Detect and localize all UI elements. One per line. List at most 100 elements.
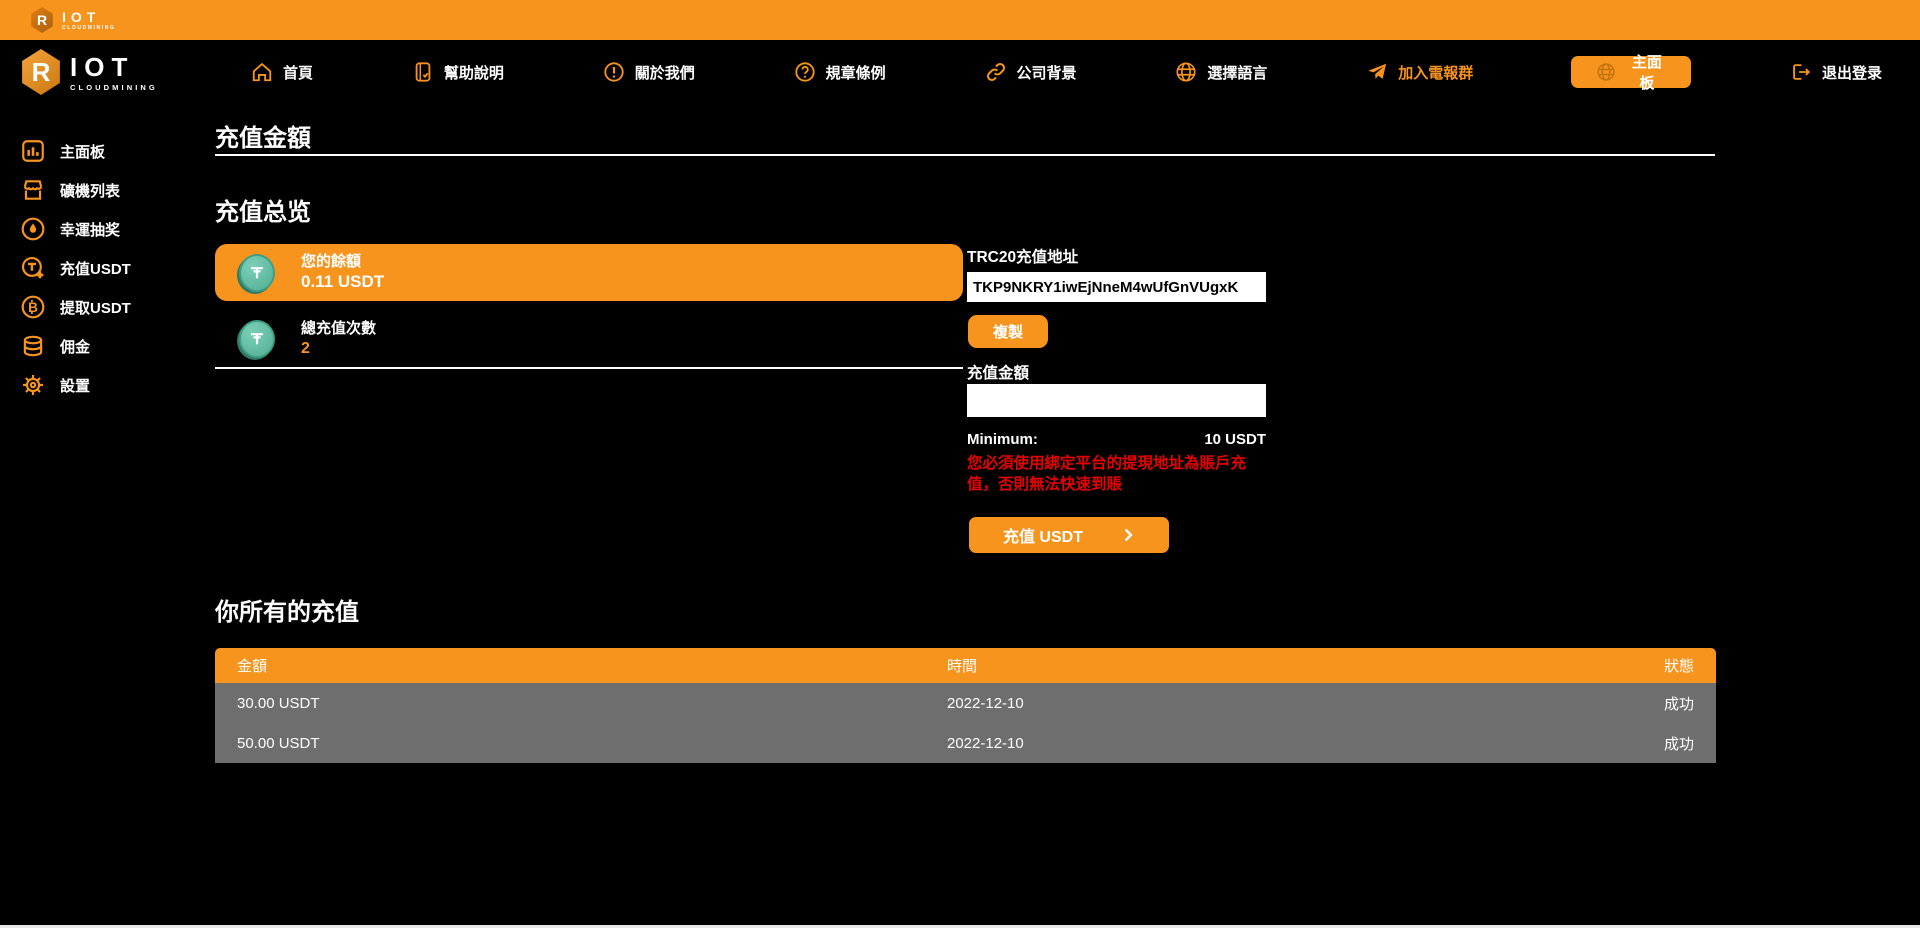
nav-item-rules[interactable]: 規章條例 — [793, 60, 886, 84]
sidebar-item-label: 充值USDT — [60, 258, 131, 279]
tether-coin-icon — [239, 254, 275, 292]
brand-letters: IOT — [62, 9, 115, 25]
cell-amount: 50.00 USDT — [237, 735, 947, 752]
nav-item-telegram[interactable]: 加入電報群 — [1365, 60, 1473, 84]
minimum-value: 10 USDT — [1204, 431, 1266, 448]
deposit-warning: 您必須使用綁定平台的提現地址為賬戶充值，否則無法快速到賬 — [967, 454, 1268, 495]
sidebar-item-label: 主面板 — [60, 141, 105, 162]
brand-letters: IOT — [70, 52, 158, 83]
miner-store-icon — [20, 177, 46, 203]
dashboard-button-label: 主面板 — [1627, 51, 1667, 93]
sidebar-item-label: 礦機列表 — [60, 180, 120, 201]
main-navbar: R IOT CLOUDMINING 首頁 幫助說明 — [0, 40, 1920, 104]
help-manual-icon — [411, 60, 435, 84]
brand-tagline: CLOUDMINING — [70, 83, 158, 92]
nav-item-label: 規章條例 — [826, 62, 886, 83]
logout-icon — [1789, 60, 1813, 84]
overview-title: 充值总览 — [215, 192, 311, 227]
deposit-submit-button[interactable]: 充值 USDT — [969, 517, 1169, 553]
deposit-usdt-icon — [20, 255, 46, 281]
dashboard-button[interactable]: 主面板 — [1571, 56, 1691, 88]
sidebar-item-label: 幸運抽奖 — [60, 219, 120, 240]
nav-item-about[interactable]: 關於我們 — [602, 60, 695, 84]
sidebar-item-deposit[interactable]: 充值USDT — [0, 255, 214, 281]
balance-value: 0.11 USDT — [301, 271, 384, 293]
deposit-form: TRC20充值地址 複製 充值金額 Minimum: 10 USDT 您必須使用… — [967, 245, 1268, 557]
nav-item-home[interactable]: 首頁 — [250, 60, 313, 84]
cell-status: 成功 — [1574, 733, 1694, 754]
question-circle-icon — [793, 60, 817, 84]
cell-time: 2022-12-10 — [947, 735, 1574, 752]
history-title: 你所有的充值 — [215, 592, 359, 627]
home-icon — [250, 60, 274, 84]
cell-time: 2022-12-10 — [947, 695, 1574, 712]
nav-item-label: 選擇語言 — [1207, 62, 1267, 83]
column-header-status: 狀態 — [1574, 655, 1694, 676]
table-row: 30.00 USDT 2022-12-10 成功 — [215, 683, 1716, 723]
deposit-count-label: 總充值次數 — [301, 319, 376, 338]
sidebar-item-label: 設置 — [60, 375, 90, 396]
trc20-address-input[interactable] — [967, 272, 1266, 302]
gear-icon — [20, 372, 46, 398]
withdraw-bitcoin-icon: B — [20, 294, 46, 320]
commission-coins-icon — [20, 333, 46, 359]
sidebar-item-commission[interactable]: 佣金 — [0, 333, 214, 359]
sidebar-item-label: 提取USDT — [60, 297, 131, 318]
page-title: 充值金額 — [215, 118, 311, 153]
nav-item-label: 關於我們 — [635, 62, 695, 83]
brand-hex-letter: R — [37, 12, 47, 28]
dashboard-chart-icon — [20, 138, 46, 164]
sidebar-item-miners[interactable]: 礦機列表 — [0, 177, 214, 203]
balance-card: 您的餘額 0.11 USDT — [215, 244, 963, 301]
minimum-row: Minimum: 10 USDT — [967, 431, 1266, 448]
deposit-button-label: 充值 USDT — [1003, 523, 1083, 547]
app-root: R IOT CLOUDMINING R IOT CLOUDMINING — [0, 0, 1920, 928]
brand-hexagon-icon: R — [30, 7, 54, 33]
top-banner: R IOT CLOUDMINING — [0, 0, 1920, 40]
brand-hex-letter: R — [32, 57, 51, 88]
deposit-history-table: 金額 時間 狀態 30.00 USDT 2022-12-10 成功 50.00 … — [215, 648, 1716, 763]
chevron-right-icon — [1121, 528, 1135, 542]
lucky-draw-icon — [20, 216, 46, 242]
copy-button[interactable]: 複製 — [968, 315, 1048, 348]
balance-label: 您的餘額 — [301, 252, 384, 271]
nav-items: 首頁 幫助說明 關於我們 規章條例 — [250, 40, 1882, 104]
deposit-amount-label: 充值金額 — [967, 361, 1029, 383]
sidebar-item-settings[interactable]: 設置 — [0, 372, 214, 398]
brand-logo-small[interactable]: R IOT CLOUDMINING — [30, 7, 115, 33]
table-header-row: 金額 時間 狀態 — [215, 648, 1716, 683]
nav-item-label: 首頁 — [283, 62, 313, 83]
minimum-label: Minimum: — [967, 431, 1038, 448]
logout-label: 退出登录 — [1822, 62, 1882, 83]
svg-text:B: B — [28, 300, 38, 315]
nav-item-company[interactable]: 公司背景 — [984, 60, 1077, 84]
globe-icon — [1174, 60, 1198, 84]
nav-item-label: 加入電報群 — [1398, 62, 1473, 83]
brand-hexagon-icon: R — [20, 49, 62, 95]
nav-item-language[interactable]: 選擇語言 — [1174, 60, 1267, 84]
sidebar-item-lucky-draw[interactable]: 幸運抽奖 — [0, 216, 214, 242]
brand-tagline: CLOUDMINING — [62, 25, 115, 31]
sidebar-item-label: 佣金 — [60, 336, 90, 357]
globe-icon — [1595, 60, 1617, 84]
deposit-count-value: 2 — [301, 338, 376, 360]
overview-divider — [215, 367, 963, 369]
title-divider — [215, 154, 1715, 156]
column-header-amount: 金額 — [237, 655, 947, 676]
telegram-icon — [1365, 60, 1389, 84]
sidebar-item-dashboard[interactable]: 主面板 — [0, 138, 214, 164]
brand-logo[interactable]: R IOT CLOUDMINING — [20, 49, 158, 95]
logout-button[interactable]: 退出登录 — [1789, 60, 1882, 84]
table-row: 50.00 USDT 2022-12-10 成功 — [215, 723, 1716, 763]
nav-item-help[interactable]: 幫助說明 — [411, 60, 504, 84]
cell-status: 成功 — [1574, 693, 1694, 714]
exclamation-circle-icon — [602, 60, 626, 84]
column-header-time: 時間 — [947, 655, 1574, 676]
deposit-amount-input[interactable] — [967, 384, 1266, 417]
nav-item-label: 公司背景 — [1017, 62, 1077, 83]
link-icon — [984, 60, 1008, 84]
sidebar-item-withdraw[interactable]: B 提取USDT — [0, 294, 214, 320]
tether-coin-icon — [239, 320, 275, 358]
sidebar: 主面板 礦機列表 幸運抽奖 充值USDT B 提取USDT — [0, 104, 214, 928]
cell-amount: 30.00 USDT — [237, 695, 947, 712]
